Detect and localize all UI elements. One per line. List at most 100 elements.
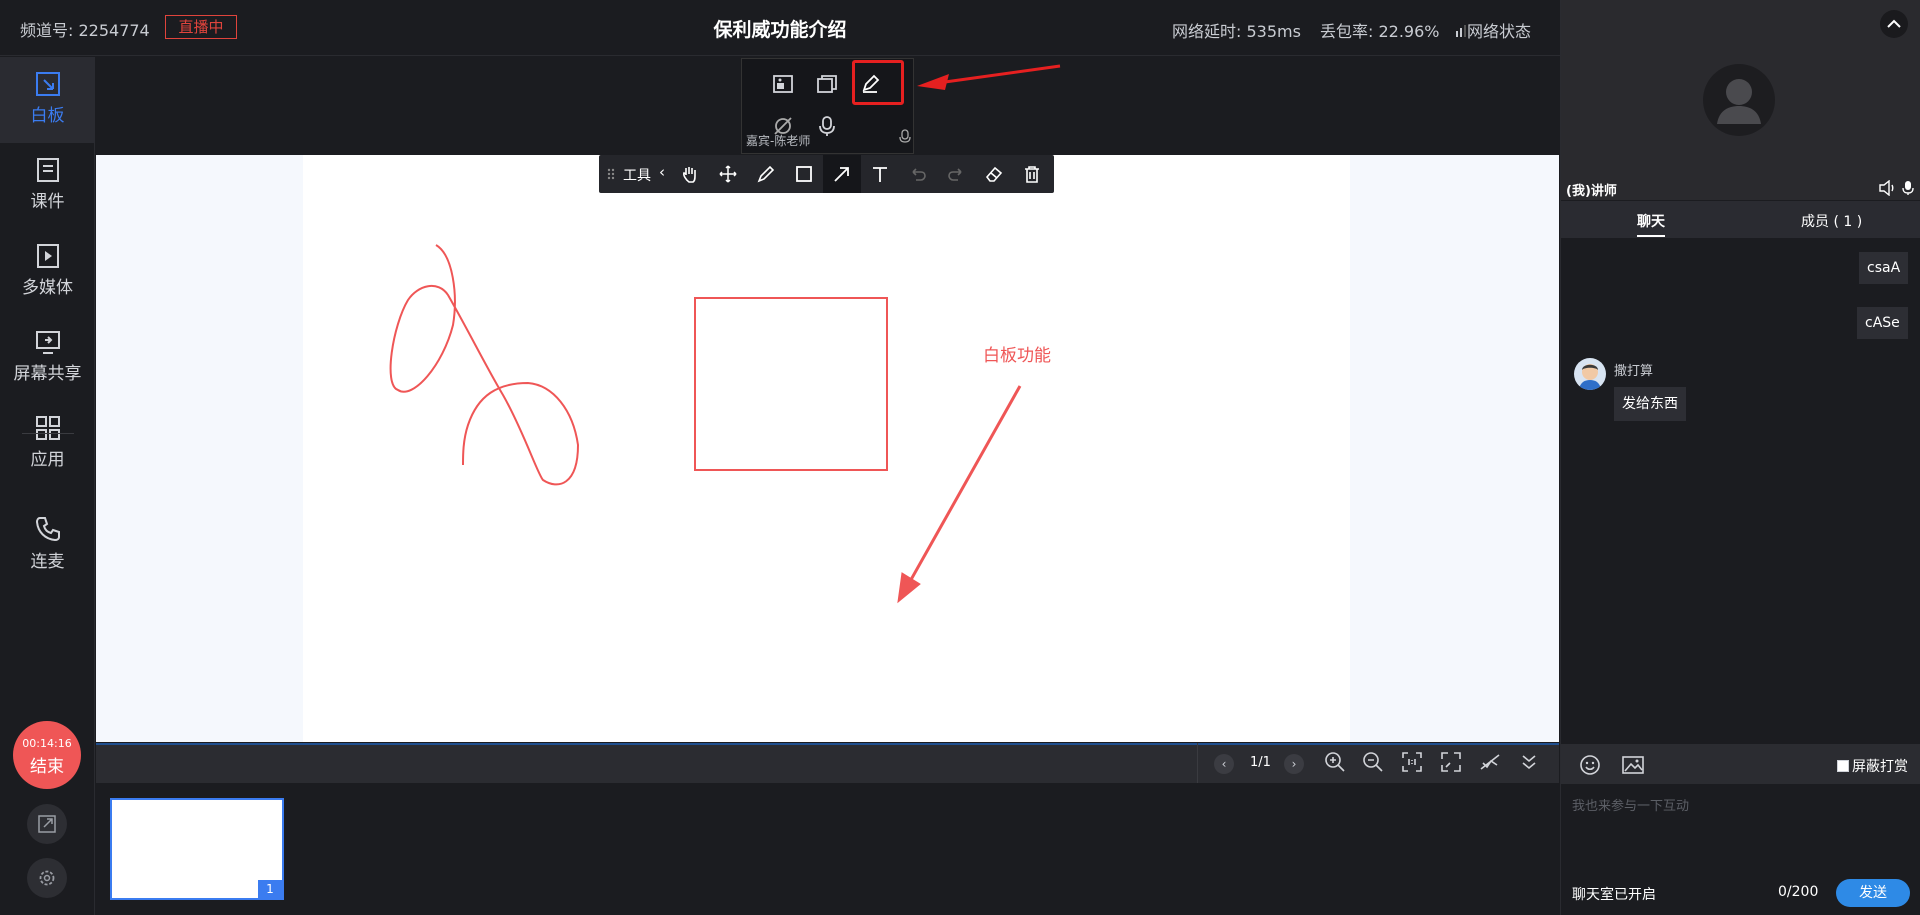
pen-icon [757, 165, 775, 183]
packet-loss: 丢包率: 22.96% [1320, 22, 1440, 41]
arrow-head [897, 572, 921, 604]
move-tool[interactable] [709, 155, 747, 193]
user-avatar-icon [1579, 364, 1601, 390]
redo-button[interactable] [937, 155, 975, 193]
sync-view-icon[interactable] [1479, 751, 1501, 773]
collapse-toolbar-icon[interactable]: ‹ [659, 163, 665, 181]
hand-tool[interactable] [671, 155, 709, 193]
hand-icon [683, 167, 696, 183]
delete-icon [1025, 166, 1039, 183]
redo-icon [948, 168, 962, 181]
gear-icon [39, 870, 55, 886]
live-timer: 00:14:16 [22, 737, 72, 750]
fullscreen-icon[interactable] [1440, 751, 1462, 773]
mute-reward-label: 屏蔽打赏 [1852, 759, 1908, 775]
chat-message-self: csaA [1859, 252, 1909, 284]
pointer-arrow [917, 64, 1061, 90]
chevron-up-icon [1887, 19, 1901, 28]
chevrons-down-icon[interactable] [1518, 751, 1540, 773]
arrow-tool[interactable] [823, 155, 861, 193]
whiteboard-toolbar: 工具 ‹ [599, 155, 1054, 193]
avatar [1574, 358, 1606, 390]
mic-button[interactable] [814, 113, 840, 139]
sidebar-item-label: 屏幕共享 [13, 364, 82, 384]
pen-tool[interactable] [747, 155, 785, 193]
character-count: 0/200 [1778, 884, 1819, 900]
screen-share-icon [35, 331, 60, 354]
whiteboard-drawing [389, 244, 1022, 604]
speaker-icon[interactable] [1878, 179, 1896, 197]
delete-button[interactable] [1013, 155, 1051, 193]
microphone-icon[interactable] [1901, 180, 1915, 196]
tab-chat[interactable]: 聊天 [1637, 211, 1665, 231]
tab-active-indicator [1637, 235, 1665, 237]
sidebar-item-courseware[interactable]: 课件 [0, 143, 95, 229]
teacher-avatar [1703, 64, 1775, 136]
copy-window-icon [817, 75, 837, 93]
toolbar-label: 工具 [623, 168, 651, 184]
rectangle-icon [796, 166, 812, 182]
actual-size-icon[interactable] [1401, 751, 1423, 773]
thumbnail-number: 1 [258, 880, 282, 898]
sidebar-item-co-host[interactable]: 连麦 [0, 501, 95, 587]
popout-button[interactable] [27, 804, 67, 844]
arrow-shape [906, 385, 1022, 586]
text-icon [873, 167, 887, 182]
arrow-icon [834, 167, 849, 182]
video-controls [1878, 179, 1915, 200]
eraser-icon [985, 166, 1003, 182]
move-icon [719, 165, 737, 183]
next-page-button[interactable]: › [1284, 754, 1304, 774]
sidebar-item-apps[interactable]: 应用 [0, 401, 95, 487]
guest-name: 嘉宾-陈老师 [746, 134, 811, 148]
end-label: 结束 [30, 757, 64, 777]
network-status-button[interactable]: 网络状态 [1455, 18, 1531, 42]
prev-page-button[interactable]: ‹ [1214, 754, 1234, 774]
thumbnail-strip [96, 783, 1559, 915]
drag-handle-icon[interactable] [607, 168, 615, 180]
page-thumbnail[interactable]: 1 [110, 798, 284, 900]
microphone-icon [819, 116, 835, 136]
sidebar-item-label: 应用 [30, 450, 65, 470]
rectangle-tool[interactable] [785, 155, 823, 193]
eraser-tool[interactable] [975, 155, 1013, 193]
undo-button[interactable] [899, 155, 937, 193]
image-icon[interactable] [1621, 754, 1645, 776]
collapse-video-button[interactable] [1880, 10, 1908, 38]
sidebar-item-whiteboard[interactable]: 白板 [0, 57, 95, 143]
text-tool[interactable] [861, 155, 899, 193]
window-button[interactable] [814, 71, 840, 97]
zoom-in-icon[interactable] [1324, 751, 1346, 773]
mute-reward-checkbox[interactable] [1837, 760, 1849, 772]
zoom-out-icon[interactable] [1362, 751, 1384, 773]
layout-button[interactable] [770, 71, 796, 97]
sidebar-item-label: 课件 [30, 192, 65, 212]
rectangle-shape [694, 297, 888, 471]
send-button[interactable]: 发送 [1836, 879, 1910, 907]
chat-sender-name: 撒打算 [1614, 364, 1654, 379]
chat-message-self: cASe [1857, 307, 1908, 339]
network-latency: 网络延时: 535ms [1172, 22, 1301, 41]
emoji-icon[interactable] [1579, 754, 1601, 776]
settings-button[interactable] [27, 858, 67, 898]
whiteboard-icon [35, 72, 60, 96]
end-live-button[interactable]: 00:14:16 结束 [13, 721, 81, 789]
sidebar-divider [22, 433, 74, 434]
external-link-icon [38, 815, 56, 833]
sidebar-item-label: 多媒体 [22, 278, 73, 298]
signal-icon [1456, 25, 1466, 37]
mic-status-icon [899, 129, 911, 143]
chat-message: 发给东西 [1614, 387, 1686, 421]
page-navigation: ‹ 1/1 › [1197, 743, 1560, 783]
user-icon [1717, 79, 1761, 124]
chat-tabs: 聊天 成员 ( 1 ) [1561, 201, 1920, 238]
grid-icon [35, 416, 60, 440]
chat-input[interactable]: 我也来参与一下互动 [1572, 795, 1689, 814]
pen-highlight-box [852, 60, 904, 105]
mute-reward-toggle[interactable]: 屏蔽打赏 [1837, 756, 1908, 776]
tab-members[interactable]: 成员 ( 1 ) [1801, 211, 1862, 231]
sidebar-item-screen-share[interactable]: 屏幕共享 [0, 315, 95, 401]
network-status-label: 网络状态 [1467, 22, 1532, 41]
sidebar-item-media[interactable]: 多媒体 [0, 229, 95, 315]
whiteboard-annotation: 白板功能 [983, 346, 1051, 366]
